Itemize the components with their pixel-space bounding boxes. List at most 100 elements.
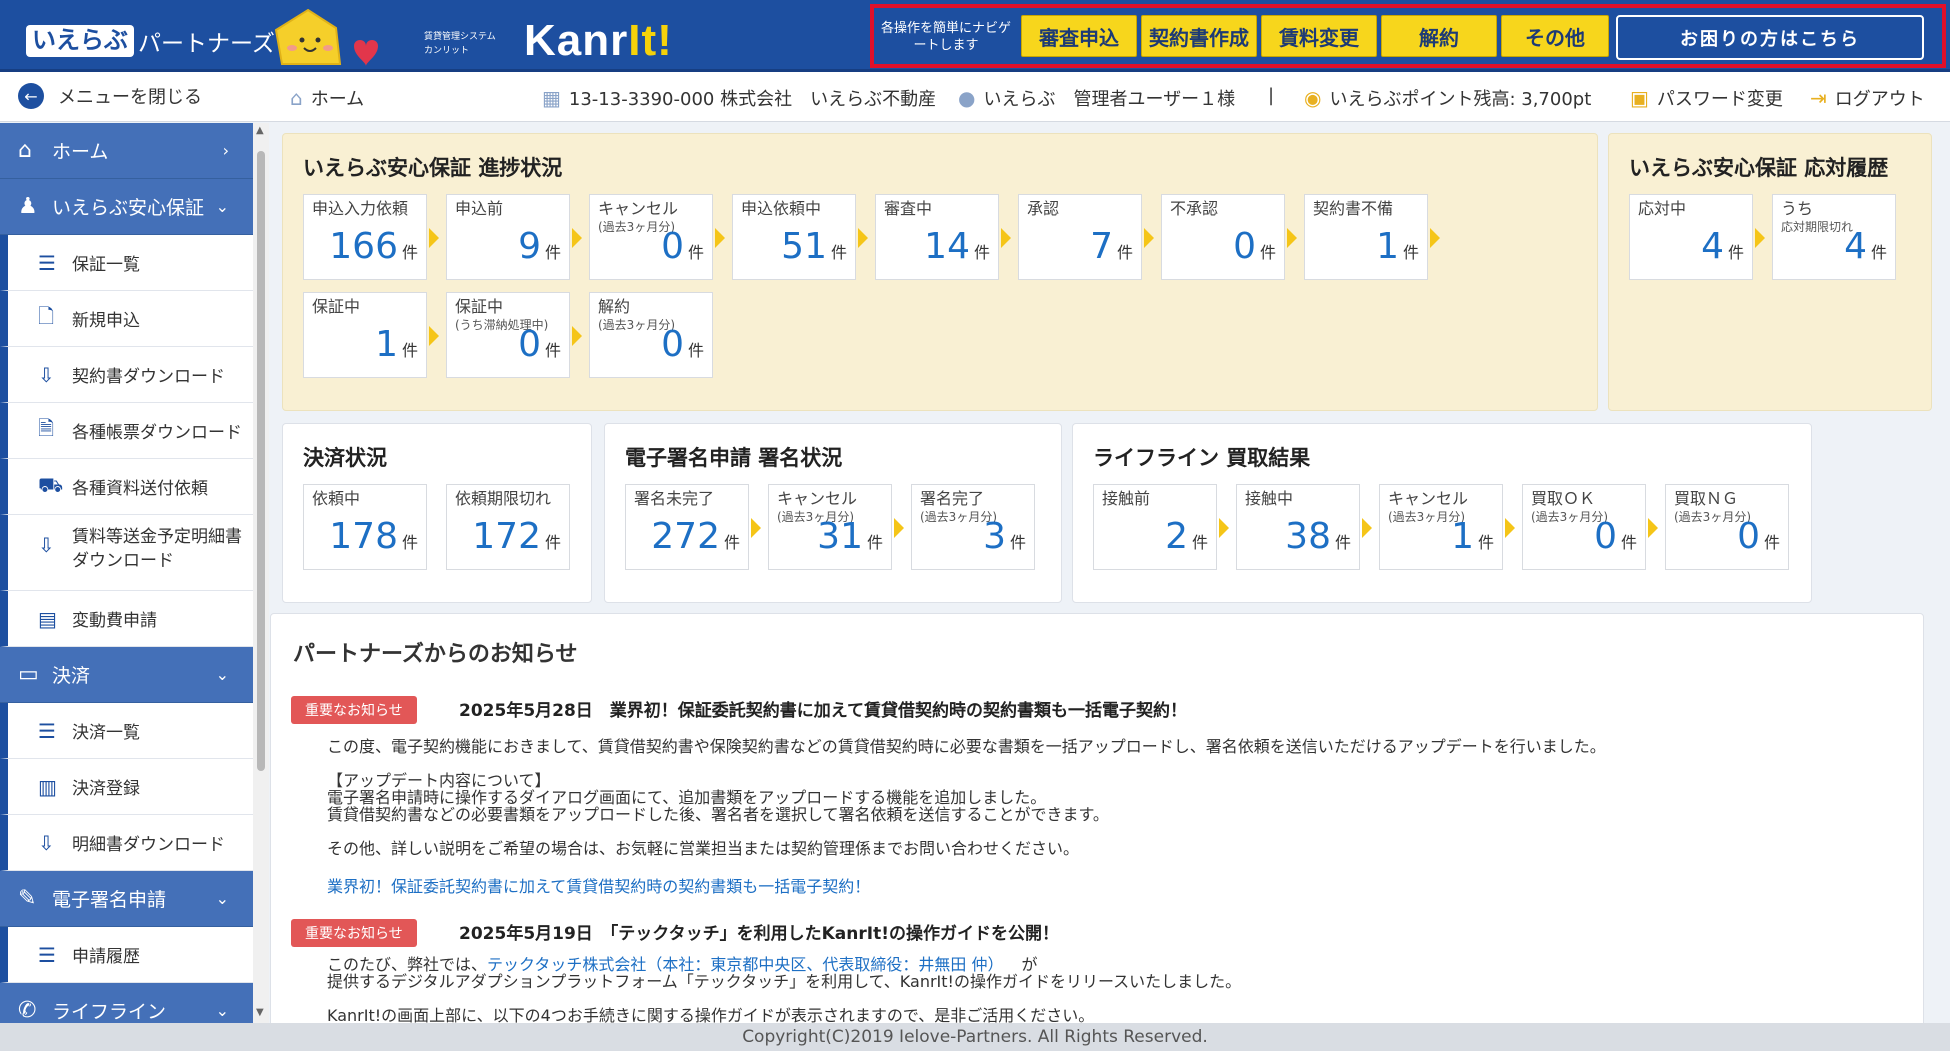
kanrit-logo[interactable]: KanrIt!	[524, 16, 673, 66]
sidebar-item-lifeline[interactable]: ✆ ライフライン ⌄	[0, 983, 253, 1023]
sidebar-item-new-application[interactable]: 🗋 新規申込	[0, 291, 253, 347]
status-card[interactable]: 接触前 2 件	[1093, 484, 1217, 570]
nav-other-button[interactable]: その他	[1501, 15, 1609, 57]
card-label-text: うち	[1781, 199, 1814, 218]
sidebar-item-guarantee[interactable]: ♟ いえらぶ安心保証 ⌄	[0, 179, 253, 235]
card-unit: 件	[1334, 533, 1351, 552]
status-card[interactable]: うち 応対期限切れ 4 件	[1772, 194, 1896, 280]
building-icon: ▦	[542, 86, 561, 110]
lifeline-result-panel: ライフライン 買取結果 接触前 2 件接触中 38 件キャンセル (過去3ヶ月分) 1 件買取…	[1072, 423, 1812, 603]
sidebar-esign-label: 電子署名申請	[52, 889, 167, 911]
close-menu-button[interactable]: ← メニューを閉じる	[18, 83, 202, 109]
flow-arrow-icon	[1648, 518, 1658, 538]
status-card[interactable]: 審査中 14 件	[875, 194, 999, 280]
status-card[interactable]: 署名未完了 272 件	[625, 484, 749, 570]
sidebar-item-settlement[interactable]: ▭ 決済 ⌄	[0, 647, 253, 703]
signature-icon: ✎	[18, 886, 37, 911]
card-label-text: 承認	[1027, 199, 1060, 218]
news-body: このたび、弊社では、テックタッチ株式会社（本社：東京都中央区、代表取締役：井無田…	[327, 956, 1037, 973]
news-body: 電子署名申請時に操作するダイアログ画面にて、追加書類をアップロードする機能を追加…	[327, 788, 1047, 807]
card-count: 3件	[983, 517, 1026, 563]
sidebar-scrollbar[interactable]: ▲ ▼	[253, 123, 269, 1023]
news-body: 提供するデジタルアダプションプラットフォーム「テックタッチ」を利用して、Kanr…	[327, 972, 1242, 991]
card-count-value: 7	[1090, 226, 1113, 267]
card-label-text: 接触前	[1102, 489, 1151, 508]
sidebar-item-variable-cost[interactable]: ▤ 変動費申請	[0, 591, 253, 647]
card-label-text: 保証中	[312, 297, 361, 316]
breadcrumb-home[interactable]: ⌂ ホーム	[290, 85, 364, 111]
status-card[interactable]: 契約書不備 1 件	[1304, 194, 1428, 280]
card-label-text: 応対中	[1638, 199, 1687, 218]
card-unit: 件	[866, 533, 883, 552]
card-count: 51 件	[781, 227, 847, 273]
card-count: 1件	[1451, 517, 1494, 563]
news-item-title: 2025年5月19日 「テックタッチ」を利用したKanrIt!の操作ガイドを公開…	[459, 924, 1059, 944]
status-card[interactable]: 応対中 4 件	[1629, 194, 1753, 280]
company-info: ▦ 13-13-3390-000 株式会社 いえらぶ不動産	[542, 85, 936, 111]
card-label: 申込前	[455, 200, 503, 218]
scrollbar-thumb[interactable]	[257, 151, 265, 771]
status-card[interactable]: 承認 7 件	[1018, 194, 1142, 280]
sidebar-item-home[interactable]: ⌂ ホーム ›	[0, 123, 253, 179]
card-unit: 件	[1009, 533, 1026, 552]
status-card[interactable]: 解約 (過去3ヶ月分) 0 件	[589, 292, 713, 378]
status-card[interactable]: 不承認 0 件	[1161, 194, 1285, 280]
sidebar-item-esign[interactable]: ✎ 電子署名申請 ⌄	[0, 871, 253, 927]
news-link[interactable]: 業界初！保証委託契約書に加えて賃貸借契約時の契約書類も一括電子契約！	[327, 873, 870, 897]
ielove-logo[interactable]: いえらぶ パートナーズ	[26, 24, 275, 58]
sidebar-item-settlement-register[interactable]: ▥ 決済登録	[0, 759, 253, 815]
card-unit: 件	[1763, 533, 1780, 552]
card-count-value: 166	[329, 226, 398, 267]
news-body: この度、電子契約機能におきまして、賃貸借契約書や保険契約書などの賃貸借契約時に必…	[327, 737, 1606, 756]
status-card[interactable]: キャンセル (過去3ヶ月分) 0 件	[589, 194, 713, 280]
help-button[interactable]: お困りの方はこちら	[1616, 15, 1924, 60]
status-card[interactable]: 依頼中 178 件	[303, 484, 427, 570]
sidebar-label: 変動費申請	[72, 611, 157, 631]
status-card[interactable]: 接触中 38 件	[1236, 484, 1360, 570]
important-badge: 重要なお知らせ	[291, 696, 417, 724]
close-menu-label: メニューを閉じる	[58, 87, 202, 108]
sidebar-item-esign-history[interactable]: ☰ 申請履歴	[0, 927, 253, 983]
status-card[interactable]: 保証中 (うち滞納処理中) 0 件	[446, 292, 570, 378]
sidebar-item-forms-download[interactable]: 🗎 各種帳票ダウンロード	[0, 403, 253, 459]
scroll-down-icon[interactable]: ▼	[256, 1007, 264, 1018]
nav-cancel-button[interactable]: 解約	[1381, 15, 1497, 57]
nav-screening-button[interactable]: 審査申込	[1021, 15, 1137, 57]
status-card[interactable]: 買取ＯＫ (過去3ヶ月分) 0 件	[1522, 484, 1646, 570]
sidebar-item-material-request[interactable]: ⛟ 各種資料送付依頼	[0, 459, 253, 515]
card-unit: 件	[544, 243, 561, 262]
sidebar-item-remittance-download[interactable]: ⇩ 賃料等送金予定明細書 ダウンロード	[0, 515, 253, 591]
status-card[interactable]: 買取ＮＧ (過去3ヶ月分) 0 件	[1665, 484, 1789, 570]
card-count-value: 3	[983, 516, 1006, 557]
password-change-link[interactable]: ▣ パスワード変更	[1630, 85, 1783, 111]
status-card[interactable]: 依頼期限切れ 172 件	[446, 484, 570, 570]
card-unit: 件	[1477, 533, 1494, 552]
card-count: 0件	[1233, 227, 1276, 273]
scroll-up-icon[interactable]: ▲	[256, 125, 264, 136]
card-label: 接触中	[1245, 490, 1293, 508]
status-card[interactable]: 保証中 1 件	[303, 292, 427, 378]
logout-link[interactable]: ⇥ ログアウト	[1810, 85, 1925, 111]
status-card[interactable]: 申込依頼中 51 件	[732, 194, 856, 280]
card-count: 166 件	[329, 227, 418, 273]
status-card[interactable]: キャンセル (過去3ヶ月分) 31 件	[768, 484, 892, 570]
news-body: 【アップデート内容について】	[327, 771, 551, 790]
flow-arrow-icon	[1362, 518, 1372, 538]
flow-arrow-icon	[858, 228, 868, 248]
status-card[interactable]: 申込前 9 件	[446, 194, 570, 280]
nav-contract-button[interactable]: 契約書作成	[1141, 15, 1257, 57]
card-unit: 件	[401, 341, 418, 360]
coin-icon: ◉	[1304, 86, 1322, 110]
sidebar-item-settlement-list[interactable]: ☰ 決済一覧	[0, 703, 253, 759]
sidebar-item-contract-download[interactable]: ⇩ 契約書ダウンロード	[0, 347, 253, 403]
panel-title: 電子署名申請 署名状況	[625, 446, 843, 470]
sidebar-item-statement-download[interactable]: ⇩ 明細書ダウンロード	[0, 815, 253, 871]
status-card[interactable]: キャンセル (過去3ヶ月分) 1 件	[1379, 484, 1503, 570]
card-unit: 件	[544, 341, 561, 360]
footer-copyright: Copyright(C)2019 Ielove-Partners. All Ri…	[0, 1023, 1950, 1051]
status-card[interactable]: 署名完了 (過去3ヶ月分) 3 件	[911, 484, 1035, 570]
card-count: 178 件	[329, 517, 418, 563]
sidebar-item-guarantee-list[interactable]: ☰ 保証一覧	[0, 235, 253, 291]
nav-rent-change-button[interactable]: 賃料変更	[1261, 15, 1377, 57]
status-card[interactable]: 申込入力依頼 166 件	[303, 194, 427, 280]
